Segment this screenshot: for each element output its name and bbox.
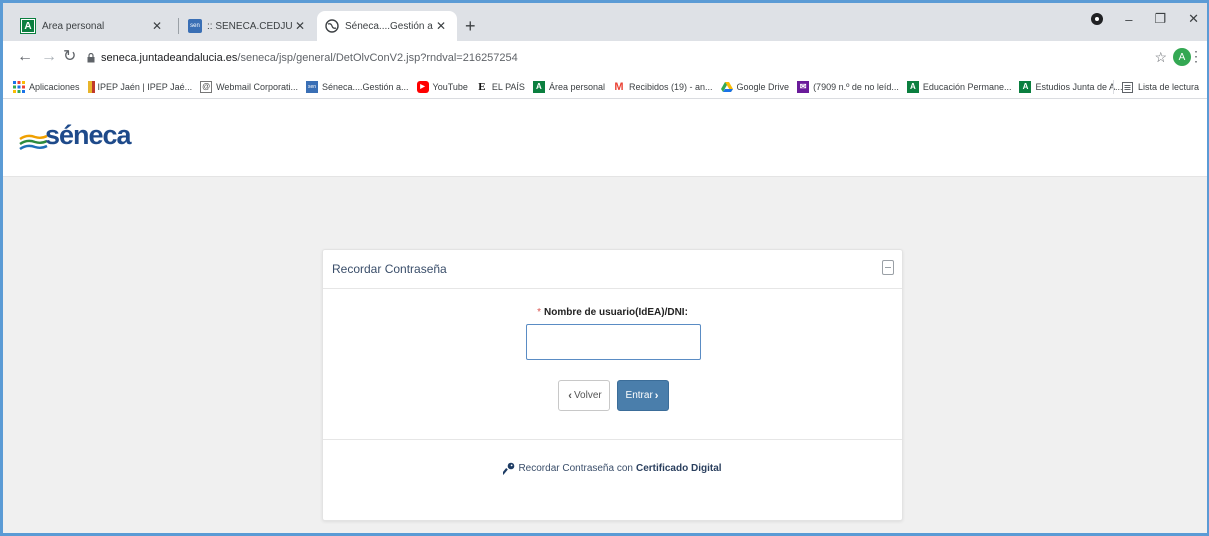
bookmark-label: Recibidos (19) - an...: [628, 81, 713, 92]
username-input[interactable]: [526, 324, 701, 360]
apps-grid-icon: [13, 80, 25, 93]
seneca-icon: sen: [305, 80, 318, 93]
drive-icon: [720, 81, 733, 92]
junta-icon: A: [532, 80, 545, 93]
card-body: * Nombre de usuario(IdEA)/DNI: ‹ Volver En…: [323, 289, 902, 440]
bookmark-label: Aplicaciones: [29, 81, 80, 92]
key-icon: [503, 462, 515, 475]
bookmark-label: Webmail Corporati...: [216, 81, 298, 92]
lock-icon: [87, 53, 95, 63]
browser-toolbar: ← → ↻ seneca.juntadeandalucia.es/seneca/…: [3, 41, 1207, 75]
tab-area-personal[interactable]: A Área personal ✕: [13, 11, 173, 41]
bookmark-elpais[interactable]: E EL PAÍS: [475, 80, 525, 93]
seneca-logo[interactable]: séneca: [19, 120, 132, 151]
junta-icon: A: [1019, 80, 1032, 93]
restore-button[interactable]: ❐: [1154, 11, 1166, 27]
address-bar[interactable]: seneca.juntadeandalucia.es/seneca/jsp/ge…: [87, 47, 1147, 69]
recover-password-card: Recordar Contraseña * Nombre de usuario(I…: [322, 249, 903, 521]
bookmark-youtube[interactable]: ▶ YouTube: [416, 80, 468, 93]
browser-window: A Área personal ✕ sen :: SENECA.CEDJUNTA…: [0, 0, 1209, 536]
certificate-link-bold: Certificado Digital: [635, 463, 722, 474]
bookmark-seneca[interactable]: sen Séneca....Gestión a...: [305, 80, 409, 93]
bookmark-star-icon[interactable]: ☆: [1154, 49, 1167, 66]
close-icon[interactable]: ✕: [292, 19, 308, 33]
minimize-button[interactable]: –: [1125, 12, 1132, 27]
junta-andalucia-icon: A: [20, 18, 36, 34]
bookmark-label: Google Drive: [736, 81, 790, 92]
back-button[interactable]: ‹ Volver: [558, 380, 610, 411]
bookmark-gmail[interactable]: M Recibidos (19) - an...: [613, 80, 713, 93]
bookmark-google-drive[interactable]: Google Drive: [720, 81, 790, 93]
site-header: séneca: [3, 100, 1207, 177]
card-title: Recordar Contraseña: [332, 262, 447, 276]
webmail-icon: @: [200, 80, 213, 93]
tab-title: Séneca....Gestión académica de l: [345, 20, 433, 32]
bookmark-label: Educación Permane...: [922, 81, 1012, 92]
required-marker: *: [537, 307, 541, 318]
certificate-link[interactable]: Recordar Contraseña con Certificado Digit…: [323, 462, 902, 475]
ipep-icon: [87, 80, 92, 93]
back-button-label: Volver: [573, 390, 602, 401]
enter-button-label: Entrar: [625, 390, 653, 401]
card-header: Recordar Contraseña: [323, 250, 902, 289]
username-label-text: Nombre de usuario(IdEA)/DNI:: [544, 307, 688, 318]
bookmark-estudios-junta[interactable]: A Estudios Junta de A...: [1019, 80, 1123, 93]
bookmark-ipep[interactable]: IPEP Jaén | IPEP Jaé...: [87, 80, 193, 93]
junta-icon: A: [906, 80, 919, 93]
new-tab-button[interactable]: +: [465, 17, 476, 35]
tab-strip: A Área personal ✕ sen :: SENECA.CEDJUNTA…: [3, 3, 1207, 41]
logo-text: séneca: [45, 120, 132, 150]
tab-seneca-cedjunta[interactable]: sen :: SENECA.CEDJUNTA DE ANDALU ✕: [180, 11, 316, 41]
enter-button[interactable]: Entrar ›: [617, 380, 669, 411]
back-arrow-icon[interactable]: ←: [17, 48, 33, 66]
close-icon[interactable]: ✕: [149, 19, 165, 33]
bookmark-aplicaciones[interactable]: Aplicaciones: [13, 80, 80, 93]
url-host: seneca.juntadeandalucia.es: [101, 52, 238, 64]
bookmark-label: IPEP Jaén | IPEP Jaé...: [97, 81, 193, 92]
seneca-icon: sen: [188, 19, 202, 33]
bookmark-educacion-permanente[interactable]: A Educación Permane...: [906, 80, 1012, 93]
chevron-right-icon: ›: [654, 389, 659, 402]
bookmark-label: EL PAÍS: [491, 81, 525, 92]
bookmark-label: Área personal: [548, 81, 605, 92]
elpais-icon: E: [475, 80, 488, 93]
gmail-icon: M: [614, 80, 624, 93]
tab-separator: [178, 18, 179, 34]
bookmarks-separator: [1112, 80, 1114, 94]
page-content: séneca Recordar Contraseña * Nombre de us…: [3, 100, 1207, 533]
bookmark-label: YouTube: [432, 81, 468, 92]
username-label: * Nombre de usuario(IdEA)/DNI:: [323, 307, 902, 318]
card-footer: Recordar Contraseña con Certificado Digit…: [323, 440, 902, 520]
chevron-left-icon: ‹: [568, 389, 572, 402]
close-icon[interactable]: ✕: [433, 19, 449, 33]
bookmark-label: Séneca....Gestión a...: [321, 81, 409, 92]
reading-list-label: Lista de lectura: [1137, 82, 1199, 92]
bookmarks-bar: Aplicaciones IPEP Jaén | IPEP Jaé... @ W…: [3, 75, 1207, 99]
collapse-icon[interactable]: [882, 260, 894, 275]
certificate-link-text: Recordar Contraseña con: [518, 463, 633, 474]
reading-list-button[interactable]: Lista de lectura: [1112, 80, 1199, 94]
bookmark-unread-mail[interactable]: ✉ (7909 n.º de no leíd...: [797, 80, 899, 93]
bookmark-label: Estudios Junta de A...: [1035, 81, 1123, 92]
bookmark-area-personal[interactable]: A Área personal: [532, 80, 605, 93]
mail-icon: ✉: [797, 80, 810, 93]
menu-kebab-icon[interactable]: ⋮: [1189, 48, 1203, 65]
tab-title: :: SENECA.CEDJUNTA DE ANDALU: [207, 20, 292, 32]
tab-title: Área personal: [42, 20, 105, 32]
bookmark-webmail[interactable]: @ Webmail Corporati...: [200, 80, 298, 93]
url-path: /seneca/jsp/general/DetOlvConV2.jsp?rndv…: [237, 52, 518, 64]
tab-seneca-gestion[interactable]: Séneca....Gestión académica de l ✕: [317, 11, 457, 41]
globe-icon: [325, 19, 339, 33]
reload-icon[interactable]: ↻: [63, 48, 76, 66]
window-controls: – ❐ ✕: [1091, 11, 1199, 27]
youtube-icon: ▶: [416, 80, 429, 93]
bookmark-label: (7909 n.º de no leíd...: [813, 81, 899, 92]
close-window-button[interactable]: ✕: [1188, 11, 1199, 27]
reading-list-icon: [1121, 81, 1133, 93]
extension-icon[interactable]: [1091, 13, 1104, 25]
forward-arrow-icon[interactable]: →: [41, 48, 57, 66]
